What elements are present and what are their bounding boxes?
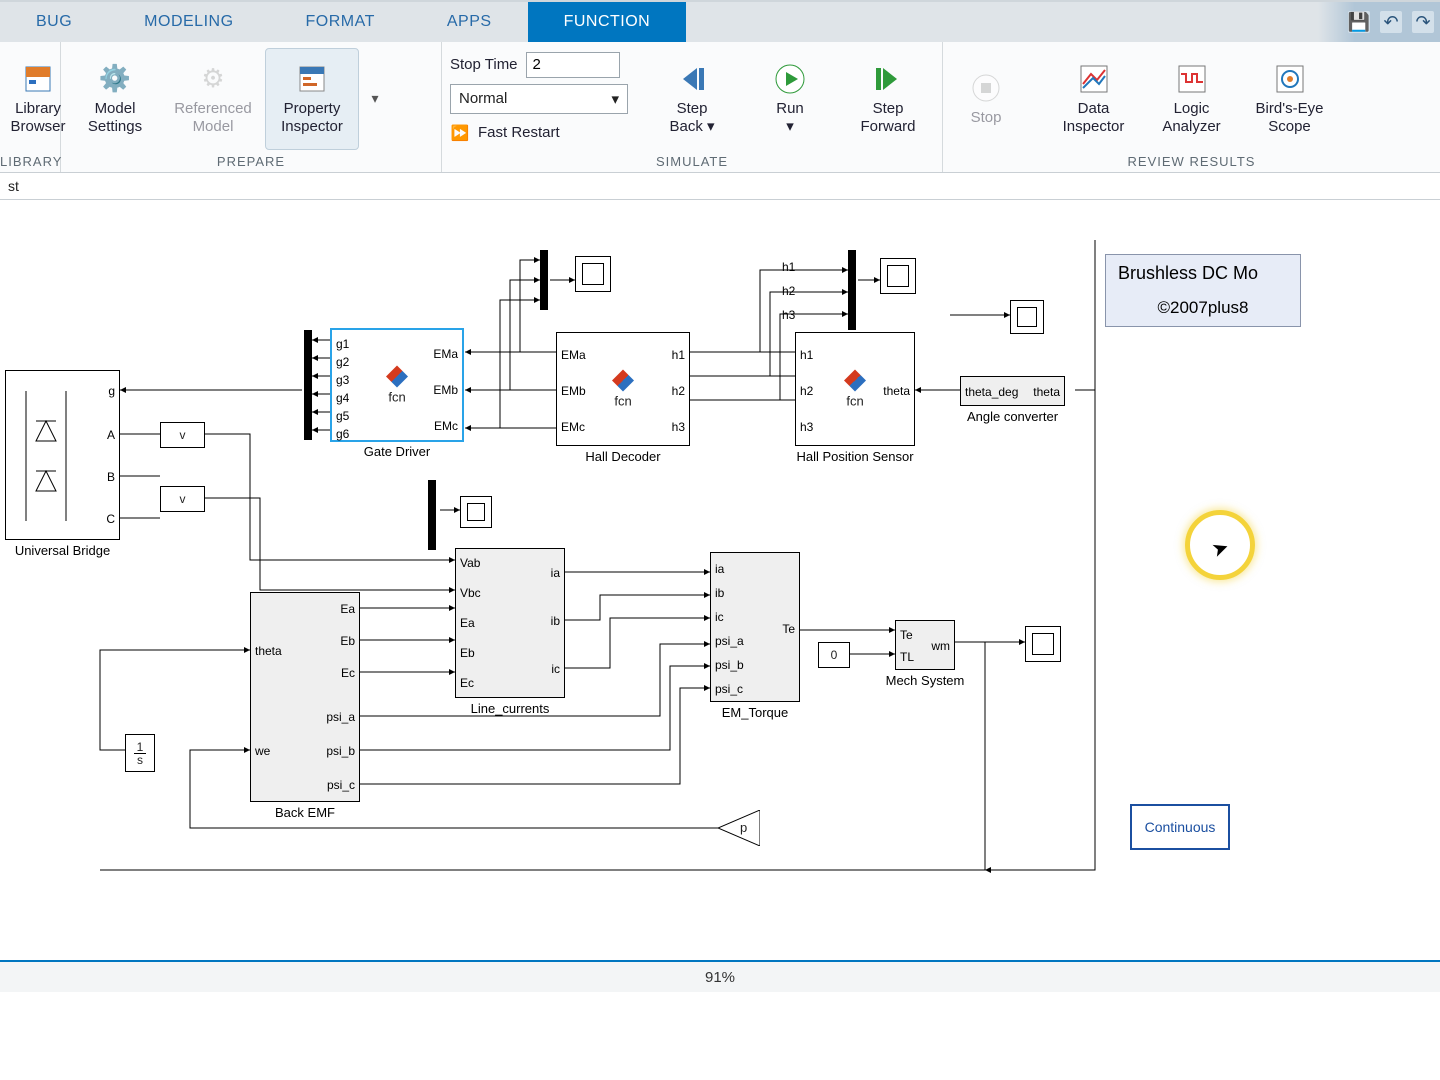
block-em-torque[interactable]: ia ib ic psi_a psi_b psi_c Te EM_Torque bbox=[710, 552, 800, 702]
model-canvas[interactable]: g A B C Universal Bridge v v g1 g2 g3 g4… bbox=[0, 200, 1440, 960]
group-review: DataInspector LogicAnalyzer Bird's-EyeSc… bbox=[943, 42, 1440, 172]
model-settings-button[interactable]: ⚙️ Model Settings bbox=[69, 49, 161, 149]
library-browser-button[interactable]: Library Browser bbox=[8, 49, 68, 149]
status-bar: 91% bbox=[0, 960, 1440, 992]
library-browser-label2: Browser bbox=[11, 118, 66, 135]
group-simulate: Stop Time Normal ▾ ⏩ Fast Restart bbox=[442, 42, 943, 172]
matlab-fcn-icon bbox=[612, 370, 634, 392]
block-hall-decoder[interactable]: EMa EMb EMc h1 h2 h3 fcn Hall Decoder bbox=[556, 332, 690, 446]
logic-analyzer-button[interactable]: LogicAnalyzer bbox=[1146, 49, 1238, 149]
block-label: Universal Bridge bbox=[15, 543, 110, 558]
zoom-level: 91% bbox=[705, 969, 735, 986]
inspector-icon bbox=[295, 62, 329, 96]
step-back-icon bbox=[675, 62, 709, 96]
redo-icon[interactable]: ↷ bbox=[1412, 11, 1434, 33]
block-constant-zero[interactable]: 0 bbox=[818, 642, 850, 668]
tab-apps[interactable]: APPS bbox=[411, 2, 528, 42]
group-review-label: REVIEW RESULTS bbox=[943, 151, 1440, 172]
data-inspector-button[interactable]: DataInspector bbox=[1048, 49, 1140, 149]
ribbon: Library Browser LIBRARY ⚙️ Model Setting… bbox=[0, 42, 1440, 173]
library-browser-label1: Library bbox=[15, 100, 61, 117]
prepare-expand-arrow[interactable]: ▾ bbox=[365, 90, 385, 107]
chevron-down-icon: ▾ bbox=[707, 118, 715, 135]
property-inspector-button[interactable]: Property Inspector bbox=[265, 48, 359, 150]
library-icon bbox=[21, 62, 55, 96]
simulation-mode-dropdown[interactable]: Normal ▾ bbox=[450, 84, 628, 114]
referenced-model-button[interactable]: ⚙ Referenced Model bbox=[167, 49, 259, 149]
tab-modeling[interactable]: MODELING bbox=[108, 2, 269, 42]
step-forward-button[interactable]: Step Forward bbox=[842, 49, 934, 149]
block-angle-converter[interactable]: theta_deg theta Angle converter bbox=[960, 376, 1065, 406]
group-library-label: LIBRARY bbox=[0, 151, 60, 172]
block-universal-bridge[interactable]: g A B C Universal Bridge bbox=[5, 370, 120, 540]
gear-hollow-icon: ⚙ bbox=[196, 62, 230, 96]
gear-icon: ⚙️ bbox=[98, 62, 132, 96]
step-back-button[interactable]: Step Back ▾ bbox=[646, 49, 738, 149]
block-mux-gates[interactable] bbox=[304, 330, 312, 440]
chevron-down-icon: ▾ bbox=[786, 118, 794, 135]
group-prepare: ⚙️ Model Settings ⚙ Referenced Model Pro bbox=[61, 42, 442, 172]
block-scope-theta[interactable] bbox=[1010, 300, 1044, 334]
block-scope-hall[interactable] bbox=[880, 258, 916, 294]
block-back-emf[interactable]: theta we Ea Eb Ec psi_a psi_b psi_c Back… bbox=[250, 592, 360, 802]
tab-format[interactable]: FORMAT bbox=[270, 2, 411, 42]
block-mech-system[interactable]: Te TL wm Mech System bbox=[895, 620, 955, 670]
group-prepare-label: PREPARE bbox=[61, 151, 441, 172]
stop-time-label: Stop Time bbox=[450, 56, 518, 73]
group-simulate-label: SIMULATE bbox=[442, 151, 942, 172]
play-icon bbox=[773, 62, 807, 96]
data-inspector-icon bbox=[1077, 62, 1111, 96]
model-path-bar[interactable]: st bbox=[0, 173, 1440, 200]
block-powergui[interactable]: Continuous bbox=[1130, 804, 1230, 850]
matlab-fcn-icon bbox=[386, 366, 408, 388]
block-hall-position-sensor[interactable]: h1 h2 h3 theta fcn Hall Position Sensor bbox=[795, 332, 915, 446]
block-vmeasure-ab[interactable]: v bbox=[160, 422, 205, 448]
block-mux-em[interactable] bbox=[540, 250, 548, 310]
block-line-currents[interactable]: Vab Vbc Ea Eb Ec ia ib ic Line_currents bbox=[455, 548, 565, 698]
model-path-text: st bbox=[8, 178, 19, 194]
highlight-ring bbox=[1185, 510, 1255, 580]
matlab-fcn-icon bbox=[844, 370, 866, 392]
bridge-glyph-icon bbox=[6, 371, 119, 539]
cursor-pointer-icon: ➤ bbox=[1208, 534, 1232, 563]
save-icon[interactable]: 💾 bbox=[1348, 11, 1370, 33]
block-mux-vab[interactable] bbox=[428, 480, 436, 550]
fast-restart-label[interactable]: Fast Restart bbox=[478, 124, 560, 141]
step-forward-icon bbox=[871, 62, 905, 96]
block-gate-driver[interactable]: g1 g2 g3 g4 g5 g6 EMa EMb EMc fcn Gate D… bbox=[330, 328, 464, 442]
tab-function[interactable]: FUNCTION bbox=[528, 2, 687, 42]
fast-restart-icon: ⏩ bbox=[450, 123, 470, 143]
simulation-mode-value: Normal bbox=[459, 90, 507, 107]
tabstrip: BUG MODELING FORMAT APPS FUNCTION 💾 ↶ ↷ bbox=[0, 0, 1440, 42]
block-scope-em[interactable] bbox=[575, 256, 611, 292]
chevron-down-icon: ▾ bbox=[611, 90, 619, 108]
model-annotation[interactable]: Brushless DC Mo ©2007plus8 bbox=[1105, 254, 1301, 327]
run-button[interactable]: Run ▾ bbox=[744, 49, 836, 149]
logic-analyzer-icon bbox=[1175, 62, 1209, 96]
titlebar-quick-tools: 💾 ↶ ↷ bbox=[1318, 2, 1440, 42]
block-vmeasure-bc[interactable]: v bbox=[160, 486, 205, 512]
undo-icon[interactable]: ↶ bbox=[1380, 11, 1402, 33]
block-scope-vab[interactable] bbox=[460, 496, 492, 528]
group-library: Library Browser LIBRARY bbox=[0, 42, 61, 172]
block-gain-p[interactable]: p bbox=[718, 810, 760, 846]
block-integrator[interactable]: 1s bbox=[125, 734, 155, 772]
stop-time-input[interactable] bbox=[526, 52, 620, 78]
block-scope-wm[interactable] bbox=[1025, 626, 1061, 662]
birds-eye-scope-button[interactable]: Bird's-EyeScope bbox=[1244, 49, 1336, 149]
block-mux-hall[interactable] bbox=[848, 250, 856, 330]
tab-debug[interactable]: BUG bbox=[0, 2, 108, 42]
birds-eye-icon bbox=[1273, 62, 1307, 96]
